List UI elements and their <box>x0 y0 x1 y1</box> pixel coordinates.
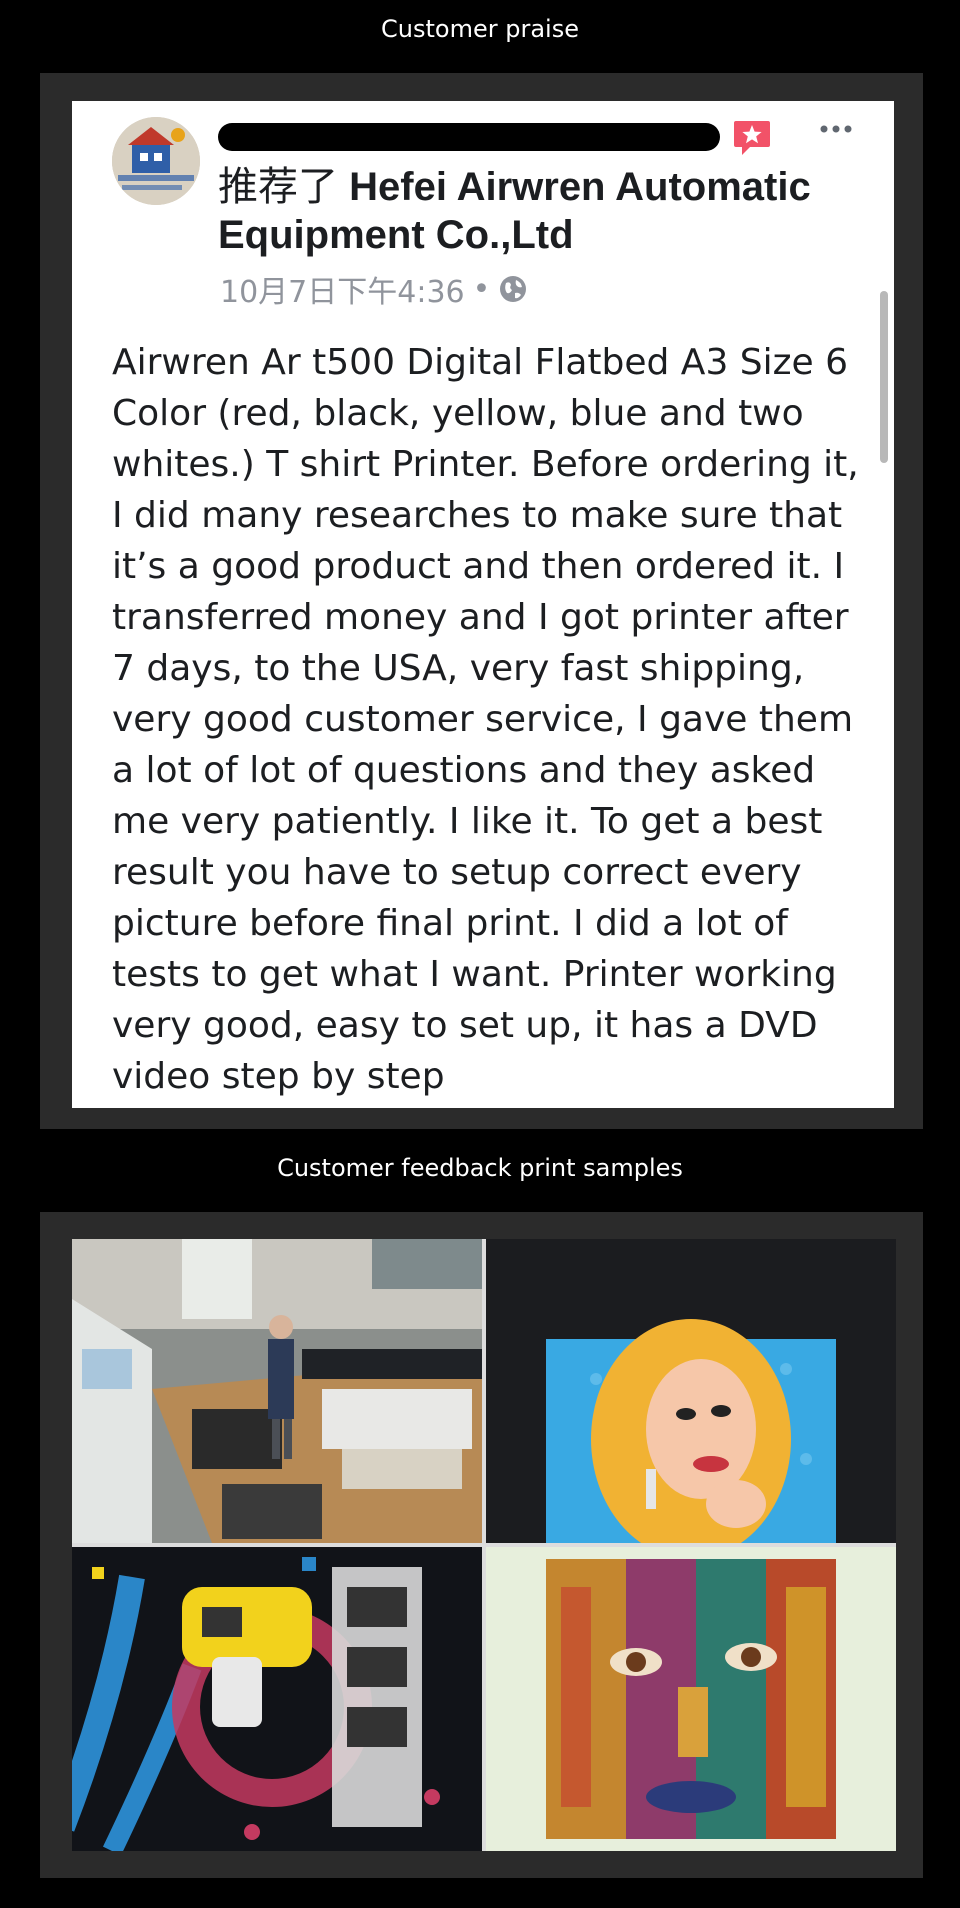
post-timestamp[interactable]: 10月7日下午4:36 <box>220 267 465 311</box>
meta-separator: • <box>472 271 491 307</box>
praise-section-title: Customer praise <box>381 15 579 43</box>
samples-section-title: Customer feedback print samples <box>277 1154 683 1182</box>
pop-art-woman-shirt-photo[interactable] <box>486 1239 896 1543</box>
post-body-text: Airwren Ar t500 Digital Flatbed A3 Size … <box>112 342 859 1097</box>
recommend-prefix: 推荐了 <box>218 164 338 210</box>
facebook-post-card: 推荐了 Hefei Airwren Automatic Equipment Co… <box>72 101 894 1108</box>
globe-icon <box>498 274 528 304</box>
post-meta: 10月7日下午4:36 • <box>220 267 528 311</box>
sample-photo-grid <box>72 1239 896 1851</box>
post-header: 推荐了 Hefei Airwren Automatic Equipment Co… <box>218 163 838 259</box>
workshop-photo[interactable] <box>72 1239 482 1543</box>
aruba-carnival-shirt-photo[interactable] <box>72 1547 482 1851</box>
more-options-icon[interactable] <box>812 119 860 139</box>
redacted-name-bar <box>218 123 720 151</box>
painted-face-shirt-photo[interactable] <box>486 1547 896 1851</box>
recommend-badge-icon[interactable] <box>732 119 772 157</box>
avatar[interactable] <box>112 117 200 205</box>
scrollbar[interactable] <box>880 291 888 463</box>
